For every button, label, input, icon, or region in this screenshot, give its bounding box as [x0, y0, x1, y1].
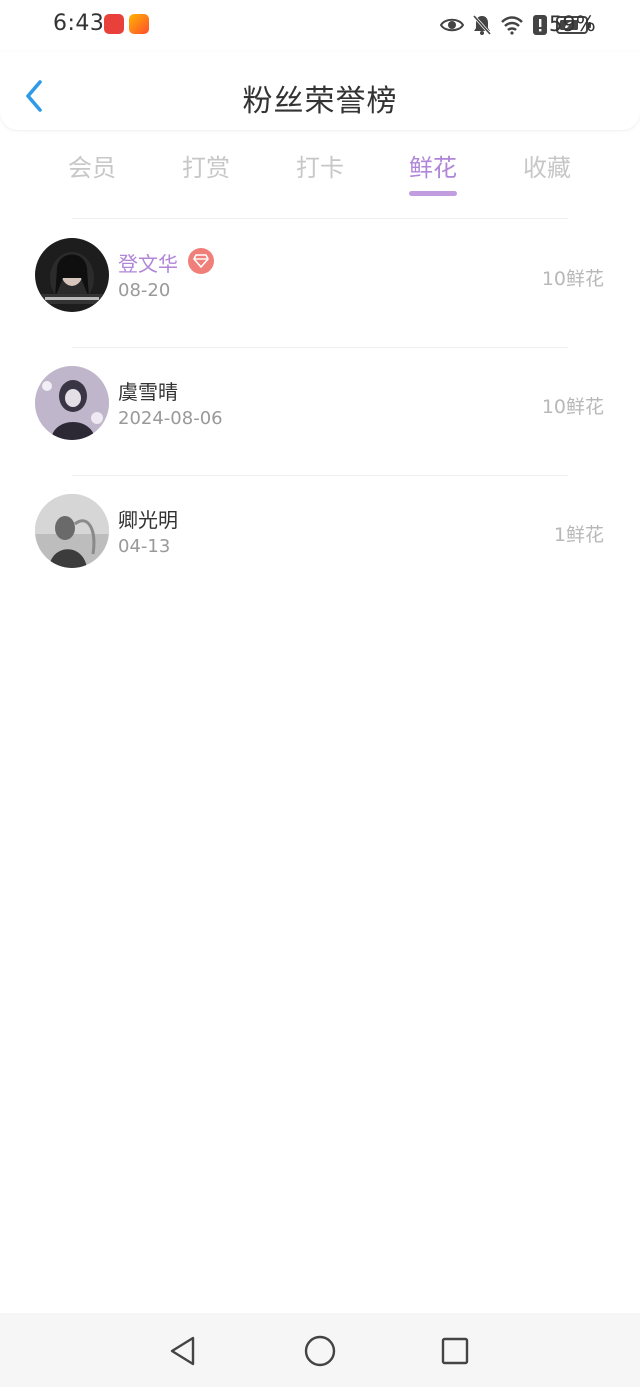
list-item[interactable]: 虞雪晴 2024-08-06 10鲜花	[0, 346, 640, 474]
user-name: 登文华	[118, 252, 178, 276]
tab-tips[interactable]: 打赏	[156, 148, 256, 183]
app-notification-icon	[104, 14, 124, 34]
nav-recents-button[interactable]	[437, 1333, 473, 1369]
user-name: 卿光明	[118, 508, 178, 532]
list-item[interactable]: 登文华 08-20 10鲜花	[0, 218, 640, 346]
header: 粉丝荣誉榜	[0, 52, 640, 130]
flower-count: 10鲜花	[541, 268, 604, 290]
avatar	[35, 366, 109, 440]
vip-badge	[188, 248, 214, 274]
tab-favorites[interactable]: 收藏	[497, 148, 597, 183]
tab-flowers-label: 鲜花	[409, 154, 457, 182]
flower-count: 1鲜花	[553, 524, 604, 546]
alert-icon	[533, 15, 547, 35]
mute-bell-icon	[472, 15, 492, 35]
date-text: 2024-08-06	[118, 408, 223, 429]
date-text: 04-13	[118, 536, 171, 557]
date-text: 08-20	[118, 280, 171, 301]
battery-percent: 59%	[549, 12, 596, 36]
active-tab-indicator	[409, 191, 457, 196]
recents-square-icon	[441, 1337, 469, 1365]
avatar	[35, 494, 109, 568]
eye-icon	[440, 18, 464, 32]
app-notification-icon-2	[129, 14, 149, 34]
tab-flowers[interactable]: 鲜花	[383, 148, 483, 196]
tab-checkin[interactable]: 打卡	[270, 148, 370, 183]
nav-back-button[interactable]	[165, 1333, 201, 1369]
tab-bar: 会员 打赏 打卡 鲜花 收藏	[35, 148, 605, 200]
diamond-icon	[193, 254, 209, 268]
user-name: 虞雪晴	[118, 380, 178, 404]
system-nav-bar	[0, 1313, 640, 1387]
back-triangle-icon	[170, 1336, 195, 1366]
home-circle-icon	[304, 1335, 336, 1367]
page-title: 粉丝荣誉榜	[242, 84, 398, 119]
list-item[interactable]: 卿光明 04-13 1鲜花	[0, 474, 640, 602]
flower-count: 10鲜花	[541, 396, 604, 418]
avatar	[35, 238, 109, 312]
status-time: 6:43	[53, 11, 105, 36]
tab-members[interactable]: 会员	[42, 148, 142, 183]
nav-home-button[interactable]	[302, 1333, 338, 1369]
wifi-icon	[501, 16, 523, 35]
status-bar: 6:43 59%	[0, 0, 640, 52]
